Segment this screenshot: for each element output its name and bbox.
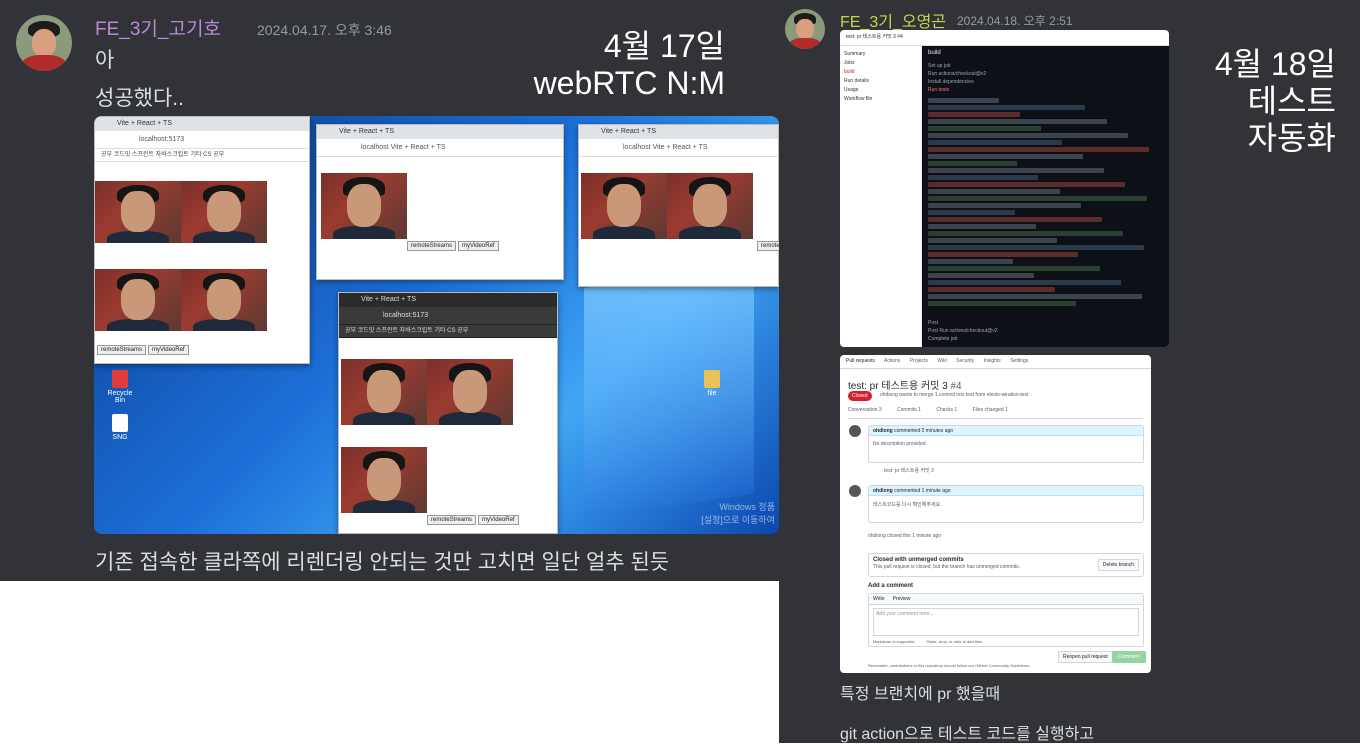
log-line	[928, 98, 999, 103]
log-line	[928, 189, 1060, 194]
closed-event: ohdiong closed this 1 minute ago	[868, 533, 942, 539]
log-line	[928, 287, 1055, 292]
commit-ref: test: pr 테스트용 커밋 3	[884, 468, 934, 474]
message-line: 아	[95, 49, 115, 72]
overlay-label: 4월 17일 webRTC N:M	[480, 28, 725, 102]
browser-window: Vite + React + TS localhost:5173 공부 코드잇 …	[94, 116, 310, 364]
comment-box: ohdiong commented 1 minute ago 테스트코드를 다시…	[868, 485, 1144, 523]
message-line: 특정 브랜치에 pr 했을때	[840, 686, 1001, 703]
overlay-label: 4월 18일 테스트 자동화	[1214, 46, 1336, 156]
log-line	[928, 252, 1079, 257]
video-tile	[341, 447, 427, 513]
timestamp: 2024.04.18. 오후 2:51	[957, 14, 1073, 28]
actions-screenshot[interactable]: test: pr 테스트용 커밋 3 #4 Summary Jobs build…	[840, 30, 1169, 347]
log-line	[928, 203, 1081, 208]
video-tile	[95, 181, 181, 243]
log-line	[928, 119, 1107, 124]
video-tile	[667, 173, 753, 239]
log-line	[928, 238, 1058, 243]
log-line	[928, 161, 1018, 166]
log-line	[928, 224, 1037, 229]
button-group: remoteStreams myVideoRef	[97, 345, 191, 355]
log-line	[928, 175, 1039, 180]
desktop-screenshot[interactable]: Vite + React + TS localhost:5173 공부 코드잇 …	[94, 116, 779, 534]
comment-editor: Write Preview Add your comment here... Ma…	[868, 593, 1144, 647]
job-log: build Set up job Run actions/checkout@v2…	[922, 46, 1169, 347]
log-line	[928, 294, 1142, 299]
log-line	[928, 105, 1086, 110]
log-line	[928, 217, 1102, 222]
unmerged-box: Closed with unmerged commits This pull r…	[868, 553, 1144, 577]
log-line	[928, 140, 1062, 145]
delete-branch-button[interactable]: Delete branch	[1097, 559, 1139, 571]
log-line	[928, 280, 1121, 285]
log-line	[928, 182, 1126, 187]
comment-input[interactable]: Add your comment here...	[873, 608, 1139, 636]
chat-message-left: FE_3기_고기호 2024.04.17. 오후 3:46 아 성공했다.. 4…	[0, 0, 779, 581]
log-line	[928, 266, 1100, 271]
address-bar: localhost:5173	[95, 131, 309, 149]
comment-box: ohdiong commented 2 minutes ago No descr…	[868, 425, 1144, 463]
user-avatar[interactable]	[785, 9, 825, 49]
log-line	[928, 126, 1041, 131]
log-line	[928, 154, 1084, 159]
message-caption: 기존 접속한 클라쪽에 리렌더링 안되는 것만 고치면 일단 얼추 된듯	[95, 551, 670, 574]
message-line: 성공했다..	[95, 87, 184, 110]
log-line	[928, 133, 1128, 138]
browser-window: Vite + React + TS localhost Vite + React…	[578, 124, 779, 287]
pr-title: test: pr 테스트용 커밋 3 #4	[848, 381, 962, 392]
video-tile	[427, 359, 513, 425]
footer-note: Remember, contributions to this reposito…	[868, 663, 1031, 668]
browser-window: Vite + React + TS localhost Vite + React…	[316, 124, 564, 280]
log-line	[928, 112, 1020, 117]
overlay-date: 4월 17일	[603, 28, 725, 64]
comment-button[interactable]: Comment	[1112, 651, 1146, 663]
actions-title: test: pr 테스트용 커밋 3 #4	[840, 30, 1169, 46]
video-tile	[181, 269, 267, 331]
actions-sidebar: Summary Jobs build Run details Usage Wor…	[840, 46, 922, 347]
log-line	[928, 301, 1077, 306]
windows-watermark: Windows 정품 [설정]으로 이동하여	[701, 502, 775, 525]
status-badge: Closed	[848, 391, 872, 401]
video-tile	[181, 181, 267, 243]
log-line	[928, 168, 1105, 173]
video-tile	[95, 269, 181, 331]
desktop-icon: file	[694, 370, 730, 397]
log-line	[928, 245, 1145, 250]
log-line	[928, 196, 1147, 201]
video-tile	[581, 173, 667, 239]
browser-window: Vite + React + TS localhost:5173 공부 코드잇 …	[338, 292, 558, 534]
add-comment-heading: Add a comment	[868, 583, 914, 589]
button-group: remoteStreams myVideoRef	[427, 515, 521, 525]
video-tile	[341, 359, 427, 425]
log-line	[928, 273, 1034, 278]
desktop-icon: Recycle Bin	[102, 370, 138, 404]
video-tile	[321, 173, 407, 239]
repo-nav: Pull requests Actions Projects Wiki Secu…	[840, 355, 1151, 369]
pr-tabs: Conversation 3 Commits 1 Checks 1 Files …	[848, 407, 1143, 419]
message-line: git action으로 테스트 코드를 실행하고	[840, 726, 1095, 743]
overlay-topic: webRTC N:M	[533, 65, 725, 101]
log-line	[928, 147, 1149, 152]
log-line	[928, 231, 1124, 236]
log-line	[928, 259, 1013, 264]
timestamp: 2024.04.17. 오후 3:46	[257, 22, 392, 38]
log-line	[928, 210, 1015, 215]
pr-screenshot[interactable]: Pull requests Actions Projects Wiki Secu…	[840, 355, 1151, 673]
button-group: remoteStreams myVideoRef	[407, 241, 501, 251]
bookmarks-bar: 공부 코드잇 스프린트 자바스크립트 기타 CS 공부	[95, 149, 309, 162]
browser-tab: Vite + React + TS	[95, 117, 309, 131]
user-avatar[interactable]	[16, 15, 72, 71]
reopen-button[interactable]: Reopen pull request	[1058, 651, 1113, 663]
username[interactable]: FE_3기_오영곤	[840, 8, 946, 32]
button-group: remoteStreams	[757, 241, 779, 251]
desktop-icon: SNG	[102, 414, 138, 441]
username[interactable]: FE_3기_고기호	[95, 14, 221, 41]
pr-subtitle: ohdiong wants to merge 1 commit into tes…	[880, 392, 1029, 398]
